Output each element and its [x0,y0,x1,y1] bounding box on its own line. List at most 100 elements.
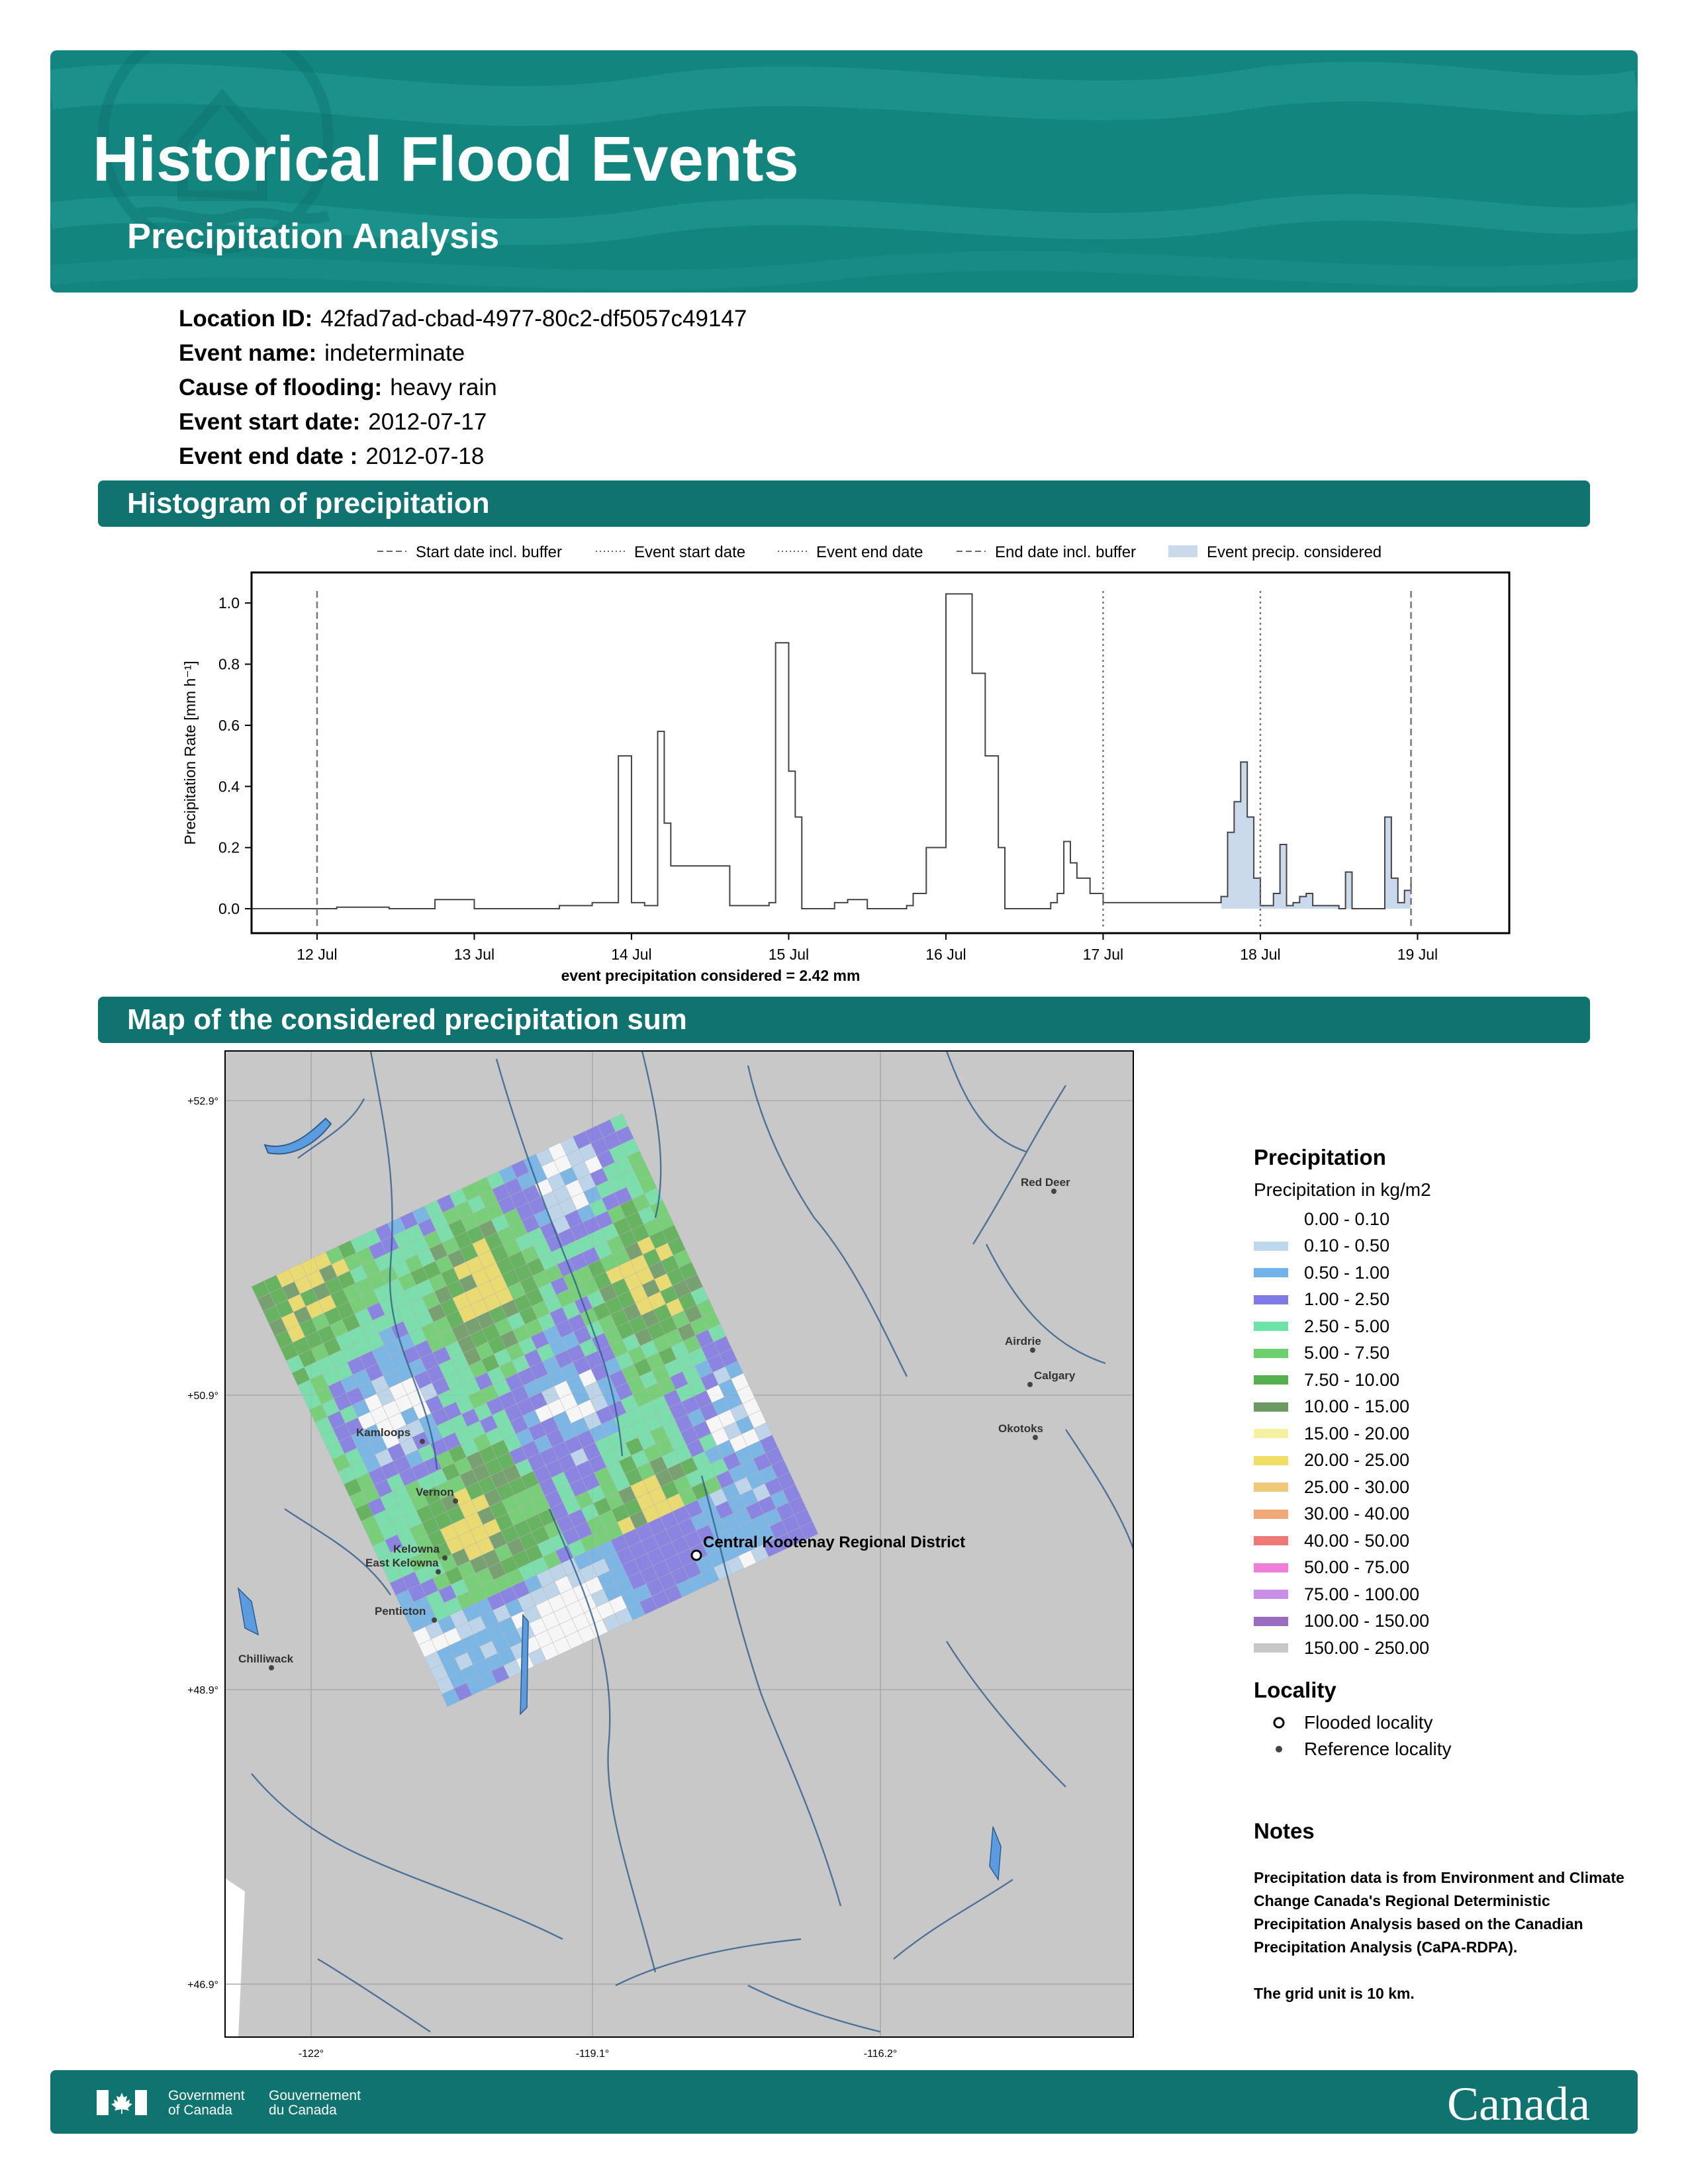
section-map-title: Map of the considered precipitation sum [127,1003,687,1036]
notes-text-grid: The grid unit is 10 km. [1254,1985,1415,2002]
y-tick-label: 0.0 [218,900,240,917]
legend-row: 30.00 - 40.00 [1254,1501,1651,1528]
legend-swatch [1254,1509,1288,1519]
header-banner: Historical Flood Events Precipitation An… [50,50,1638,293]
section-histogram: Histogram of precipitation [98,480,1590,527]
legend-label: 75.00 - 100.00 [1304,1584,1420,1604]
legend-subtitle: Precipitation in kg/m2 [1254,1179,1431,1200]
legend-row: 25.00 - 30.00 [1254,1474,1651,1501]
legend-swatch [1254,1616,1288,1626]
lon-label: -122° [299,2048,324,2060]
x-tick-label: 12 Jul [297,946,337,963]
legend-label: 30.00 - 40.00 [1304,1504,1410,1524]
lat-label: +50.9° [187,1390,218,1402]
legend-label: 50.00 - 75.00 [1304,1557,1410,1578]
legend-label: 100.00 - 150.00 [1304,1611,1430,1631]
reference-locality-label: Kamloops [356,1426,410,1439]
reference-locality-marker [1033,1435,1038,1440]
legend-swatch [1254,1402,1288,1412]
precipitation-map: Red Deer Airdrie Calgary Okotoks Kamloops Ver… [187,1050,1134,2060]
y-tick-label: 0.6 [218,717,240,734]
legend-label: 2.50 - 5.00 [1304,1316,1390,1336]
legend-swatch [1254,1268,1288,1278]
x-tick-label: 17 Jul [1083,946,1123,963]
x-tick-label: 14 Jul [611,946,651,963]
legend-row: 0.00 - 0.10 [1254,1206,1651,1233]
location-row: Location ID: 42fad7ad-cbad-4977-80c2-df50… [179,306,747,340]
x-tick-label: 15 Jul [769,946,809,963]
legend-classes: 0.00 - 0.10 0.10 - 0.50 0.50 - 1.00 1.00 - … [1254,1206,1651,1662]
flooded-marker-icon [1254,1716,1304,1729]
flooded-locality-label: Central Kootenay Regional District [703,1533,965,1551]
start-date-value: 2012-07-17 [368,409,487,435]
legend-label: 150.00 - 250.00 [1304,1637,1430,1658]
legend-flooded: Flooded locality [1254,1709,1651,1736]
legend-label: Event precip. considered [1207,543,1382,561]
legend-label: 7.50 - 10.00 [1304,1369,1400,1390]
legend-label: 1.00 - 2.50 [1304,1289,1390,1310]
legend-label: 0.50 - 1.00 [1304,1262,1390,1283]
legend-row: 7.50 - 10.00 [1254,1367,1651,1394]
lat-label: +52.9° [187,1096,218,1107]
end-date-value: 2012-07-18 [365,443,485,469]
legend-swatch [1254,1295,1288,1304]
cause-label: Cause of flooding: [179,375,383,400]
legend-row: 40.00 - 50.00 [1254,1527,1651,1555]
legend-label: 15.00 - 20.00 [1304,1423,1410,1443]
legend-row: 10.00 - 15.00 [1254,1394,1651,1421]
y-tick-label: 0.2 [218,839,240,856]
page-subtitle: Precipitation Analysis [127,216,500,256]
legend-swatch [1254,1563,1288,1572]
y-tick-label: 0.8 [218,656,240,673]
location-value: 42fad7ad-cbad-4977-80c2-df5057c49147 [320,306,747,332]
notes-title: Notes [1254,1819,1315,1843]
reference-locality-marker [1051,1189,1056,1194]
legend-label: Start date incl. buffer [416,543,562,561]
lon-label: -116.2° [864,2048,898,2060]
chart-legend: Start date incl. buffer Event start date E… [377,543,1382,561]
notes-body: Precipitation data is from Environment a… [1254,1866,1624,2028]
legend-swatch [1254,1536,1288,1546]
x-tick-label: 18 Jul [1240,946,1280,963]
reference-locality-marker [420,1439,425,1444]
location-label: Location ID: [179,306,313,332]
legend-row: 15.00 - 20.00 [1254,1420,1651,1447]
gov-fr-line2: du Canada [269,2103,337,2118]
legend-swatch [1254,1590,1288,1600]
legend-row: 2.50 - 5.00 [1254,1313,1651,1340]
lat-label: +46.9° [187,1979,218,1991]
legend-swatch [1254,1348,1288,1358]
reference-locality-marker [1030,1347,1035,1353]
reference-locality-marker [442,1555,447,1561]
gov-fr-line1: Gouvernement [269,2088,361,2103]
event-name-label: Event name: [179,340,317,366]
end-date-label: Event end date : [179,443,358,469]
legend-swatch [1254,1375,1288,1385]
legend-swatch [1254,1214,1288,1224]
legend-label: 25.00 - 30.00 [1304,1477,1410,1497]
start-date-row: Event start date: 2012-07-17 [179,409,747,443]
event-precip-fill [1221,762,1411,909]
gov-fr: Gouvernement du Canada [269,2089,361,2118]
y-axis-label: Precipitation Rate [mm h⁻¹] [181,660,199,844]
x-axis-label: event precipitation considered = 2.42 mm [561,967,861,984]
reference-locality-marker [453,1498,458,1504]
precipitation-histogram: Start date incl. buffer Event start date E… [181,543,1511,984]
footer: Government of Canada Gouvernement du Can… [50,2070,1638,2134]
legend-swatch [1254,1241,1288,1251]
start-date-label: Event start date: [179,409,361,435]
cause-value: heavy rain [390,375,497,400]
reference-locality-marker [436,1569,441,1574]
end-date-row: Event end date : 2012-07-18 [179,443,747,478]
plot-frame [250,571,1511,934]
reference-locality-label: Chilliwack [238,1653,294,1665]
gov-en: Government of Canada [168,2089,245,2118]
legend-row: 100.00 - 150.00 [1254,1608,1651,1635]
reference-locality-label: Kelowna [393,1543,440,1555]
reference-locality-label: Calgary [1034,1369,1076,1382]
legend-label: 0.00 - 0.10 [1304,1208,1390,1229]
legend-row: 75.00 - 100.00 [1254,1581,1651,1608]
legend-row: 20.00 - 25.00 [1254,1447,1651,1475]
reference-locality-marker [269,1665,274,1670]
legend-swatch [1254,1482,1288,1492]
